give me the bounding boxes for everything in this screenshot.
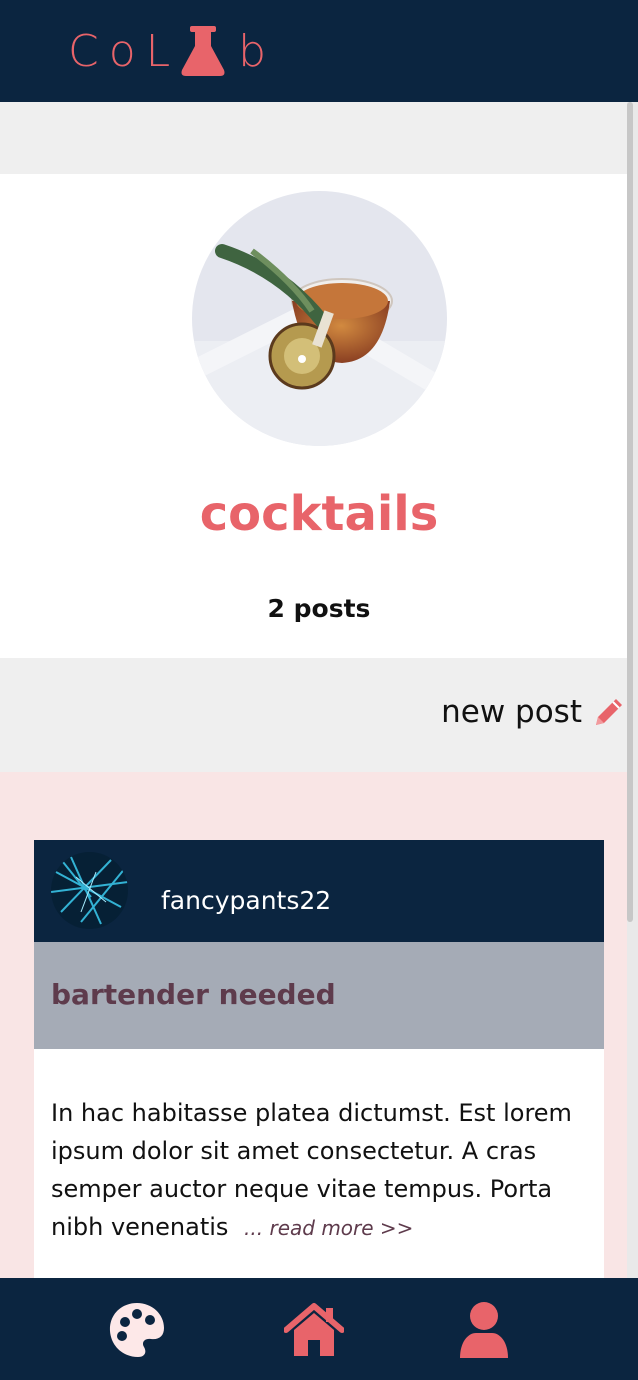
- user-icon: [460, 1302, 508, 1358]
- spacer-band: [0, 102, 628, 174]
- pencil-icon: [596, 699, 622, 725]
- flask-icon: [181, 26, 225, 76]
- post-count: 2 posts: [267, 594, 371, 623]
- group-profile-card: cocktails 2 posts: [0, 174, 628, 658]
- nav-home-button[interactable]: [283, 1300, 345, 1360]
- app-logo[interactable]: CoL b: [68, 24, 276, 78]
- post-excerpt: In hac habitasse platea dictumst. Est lo…: [51, 1094, 591, 1247]
- post-author-avatar[interactable]: [51, 852, 128, 929]
- group-name: cocktails: [199, 486, 439, 542]
- group-avatar: [192, 191, 447, 446]
- post-card[interactable]: fancypants22 bartender needed In hac hab…: [34, 840, 604, 1278]
- post-title[interactable]: bartender needed: [51, 978, 336, 1011]
- bottom-nav: [0, 1278, 638, 1380]
- post-title-band: bartender needed: [34, 942, 604, 1049]
- post-header: fancypants22: [34, 840, 604, 942]
- scrollbar[interactable]: [627, 102, 638, 1278]
- post-author-username[interactable]: fancypants22: [161, 886, 331, 915]
- logo-text-right: b: [238, 25, 277, 77]
- nav-profile-button[interactable]: [454, 1300, 514, 1360]
- logo-text-left: CoL: [68, 25, 181, 77]
- post-feed: fancypants22 bartender needed In hac hab…: [0, 772, 638, 1278]
- scrollbar-thumb[interactable]: [627, 102, 633, 922]
- home-icon: [283, 1303, 345, 1356]
- read-more-link[interactable]: ... read more >>: [244, 1216, 413, 1240]
- action-bar: new post: [0, 658, 628, 772]
- new-post-button[interactable]: new post: [441, 694, 626, 730]
- palette-icon: [109, 1303, 164, 1357]
- top-bar: CoL b: [0, 0, 638, 102]
- new-post-label: new post: [441, 694, 582, 730]
- nav-palette-button[interactable]: [107, 1300, 167, 1360]
